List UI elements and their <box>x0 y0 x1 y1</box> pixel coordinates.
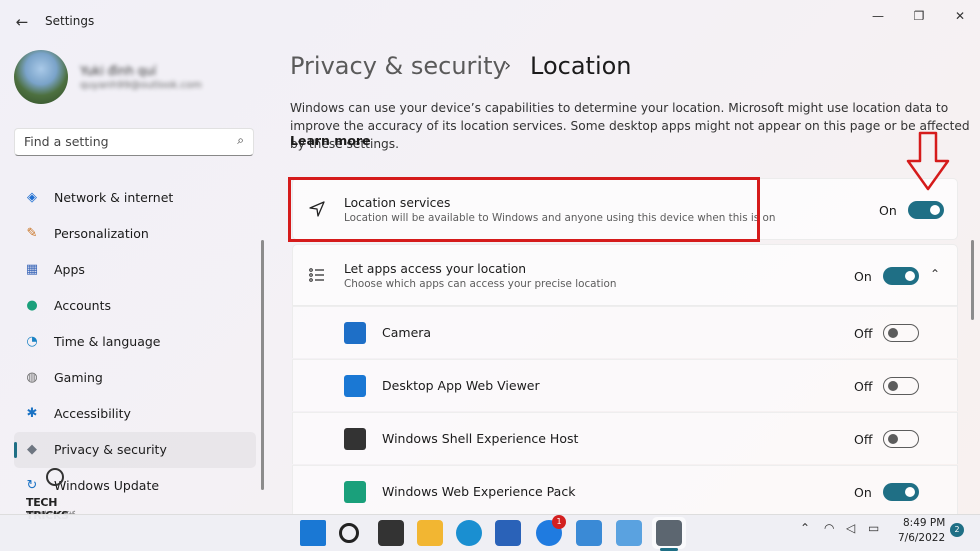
wifi-tray-icon[interactable]: ◠ <box>824 521 834 535</box>
accounts-icon: ● <box>26 298 38 313</box>
breadcrumb-parent[interactable]: Privacy & security <box>290 52 507 80</box>
paint-icon[interactable] <box>616 520 642 546</box>
app-row: Desktop App Web Viewer Off <box>292 359 958 411</box>
app-state: On <box>854 485 872 500</box>
app-toggle[interactable] <box>883 324 919 342</box>
maximize-icon[interactable]: ❐ <box>904 6 934 26</box>
wifi-icon: ◈ <box>27 190 37 205</box>
remote-desktop-icon[interactable] <box>576 520 602 546</box>
tech-tricks-watermark: TECH TRICKS THỦ THUẬT CÔNG NGHỆ <box>26 468 94 522</box>
sidebar-item-gamepad[interactable]: ◍ Gaming <box>14 360 256 396</box>
app-toggle[interactable] <box>883 430 919 448</box>
app-name: Desktop App Web Viewer <box>382 378 540 393</box>
sidebar-item-brush[interactable]: ✎ Personalization <box>14 216 256 252</box>
clock-time[interactable]: 8:49 PM <box>903 517 945 529</box>
location-services-toggle[interactable] <box>908 201 944 219</box>
chevron-up-tray-icon[interactable]: ⌃ <box>800 521 810 535</box>
notification-badge[interactable]: 2 <box>950 523 964 537</box>
close-icon[interactable]: ✕ <box>945 6 975 26</box>
back-icon[interactable]: ← <box>12 12 32 32</box>
edge-icon[interactable] <box>456 520 482 546</box>
location-services-state: On <box>879 203 897 218</box>
title-bar: ← Settings — ❐ ✕ <box>0 0 980 42</box>
app-name: Camera <box>382 325 432 340</box>
sidebar-item-shield[interactable]: ◆ Privacy & security <box>14 432 256 468</box>
brush-icon: ✎ <box>26 226 38 241</box>
app-name: Windows Web Experience Pack <box>382 484 576 499</box>
shield-icon: ◆ <box>27 442 37 457</box>
camera-icon <box>344 322 366 344</box>
app-row: Camera Off <box>292 306 958 358</box>
app-state: Off <box>854 432 873 447</box>
page-description: Windows can use your device’s capabiliti… <box>290 101 970 151</box>
minimize-icon[interactable]: — <box>863 6 893 26</box>
sidebar-scrollbar[interactable] <box>261 240 264 490</box>
app-toggle[interactable] <box>883 377 919 395</box>
app-toggle[interactable] <box>883 483 919 501</box>
highlight-box <box>288 177 760 242</box>
app-row: Windows Shell Experience Host Off <box>292 412 958 464</box>
shell-host-icon <box>344 428 366 450</box>
app-state: Off <box>854 379 873 394</box>
volume-icon[interactable]: ◁ <box>846 521 855 535</box>
sidebar-item-apps[interactable]: ▦ Apps <box>14 252 256 288</box>
learn-more-link[interactable]: Learn more <box>290 133 371 148</box>
task-view-icon[interactable] <box>378 520 404 546</box>
web-viewer-icon <box>344 375 366 397</box>
let-apps-title: Let apps access your location <box>344 262 527 276</box>
sidebar-item-label: Gaming <box>54 370 103 385</box>
let-apps-access-card[interactable]: Let apps access your location Choose whi… <box>292 244 958 306</box>
let-apps-toggle[interactable] <box>883 267 919 285</box>
let-apps-state: On <box>854 269 872 284</box>
store-icon[interactable] <box>495 520 521 546</box>
search-input[interactable]: Find a setting <box>24 134 109 149</box>
battery-icon[interactable]: ▭ <box>868 521 879 535</box>
accessibility-icon: ✱ <box>26 406 38 421</box>
sidebar-item-label: Time & language <box>54 334 161 349</box>
clock-date[interactable]: 7/6/2022 <box>898 532 945 544</box>
sidebar-item-label: Personalization <box>54 226 149 241</box>
sidebar-item-accessibility[interactable]: ✱ Accessibility <box>14 396 256 432</box>
start-icon[interactable] <box>300 520 326 546</box>
sidebar-item-wifi[interactable]: ◈ Network & internet <box>14 180 256 216</box>
web-experience-icon <box>344 481 366 503</box>
file-explorer-icon[interactable] <box>417 520 443 546</box>
red-down-arrow-icon <box>906 131 950 191</box>
gamepad-icon: ◍ <box>26 370 38 385</box>
main-scrollbar[interactable] <box>971 240 974 320</box>
app-title: Settings <box>45 14 95 28</box>
breadcrumb-separator-icon: › <box>504 55 512 76</box>
app-row: Windows Web Experience Pack On <box>292 465 958 517</box>
sidebar-item-accounts[interactable]: ● Accounts <box>14 288 256 324</box>
sidebar-item-label: Privacy & security <box>54 442 167 457</box>
profile-name: Yuki đình quí <box>80 64 157 78</box>
app-name: Windows Shell Experience Host <box>382 431 579 446</box>
let-apps-subtitle: Choose which apps can access your precis… <box>344 278 617 290</box>
list-icon <box>307 266 327 286</box>
settings-icon[interactable] <box>656 520 682 546</box>
search-icon[interactable] <box>339 523 359 543</box>
chevron-up-icon[interactable]: ⌃ <box>930 267 940 281</box>
apps-icon: ▦ <box>25 262 39 277</box>
search-box[interactable]: Find a setting ⌕ <box>14 128 254 156</box>
page-title: Location <box>530 52 632 80</box>
watermark-logo-icon <box>46 468 64 486</box>
sidebar-item-label: Accounts <box>54 298 111 313</box>
profile-email: quyanh99@outlook.com <box>80 80 202 91</box>
sidebar-item-label: Network & internet <box>54 190 174 205</box>
sidebar-item-label: Apps <box>54 262 85 277</box>
clock-globe-icon: ◔ <box>26 334 38 349</box>
sidebar-item-label: Accessibility <box>54 406 131 421</box>
app-state: Off <box>854 326 873 341</box>
search-icon[interactable]: ⌕ <box>237 133 244 148</box>
avatar[interactable] <box>14 50 68 104</box>
zalo-badge: 1 <box>552 515 566 529</box>
sidebar-nav: ◈ Network & internet ✎ Personalization ▦ Apps… <box>14 180 256 504</box>
sidebar-item-clock-globe[interactable]: ◔ Time & language <box>14 324 256 360</box>
